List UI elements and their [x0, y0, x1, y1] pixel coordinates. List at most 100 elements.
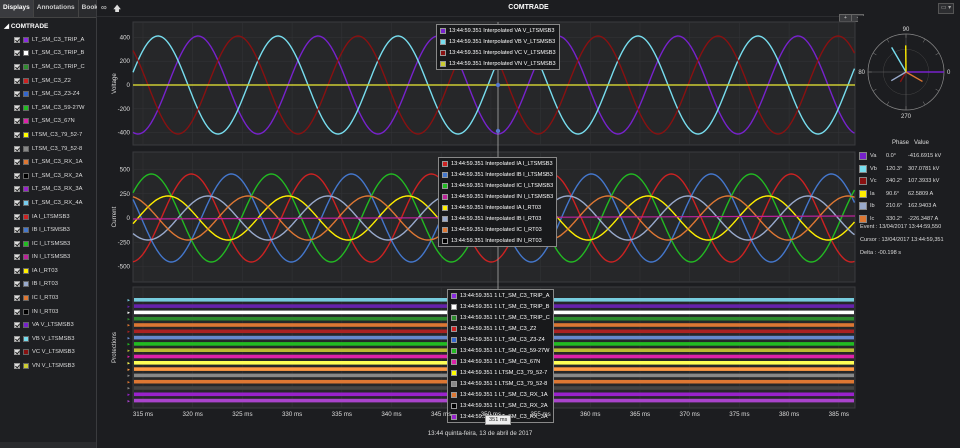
tooltip-text: 13:44:59.351 Interpolated IA I_LTSMSB3: [451, 160, 553, 167]
phasor-row: Va 0.0° -416.6915 kV: [858, 150, 941, 162]
phasor-phase: 240.2°: [886, 178, 903, 184]
tooltip-text: 13:44:59.351 1 LTSM_C3_79_52-8: [460, 380, 548, 387]
color-swatch: [440, 38, 446, 45]
y-tick-label: -200: [118, 106, 131, 113]
tooltip-text: 13:44:59.351 1 LT_SM_C3_RX_2A: [460, 402, 548, 409]
x-tick-label: 360 ms: [580, 411, 601, 418]
color-swatch: [440, 60, 446, 67]
tooltip-text: 13:44:59.351 1 LTSM_C3_79_52-7: [460, 369, 548, 376]
x-tick-label: 325 ms: [232, 411, 253, 418]
phasor-tick: [922, 38, 926, 43]
phasor-angle-label: 90: [903, 27, 910, 33]
phasor-name: Ia: [870, 190, 875, 197]
bar-marker: ▸: [127, 367, 130, 373]
phasor-phase: 120.3°: [886, 165, 903, 172]
phasor-tick: [886, 101, 890, 106]
app-window: Displays Annotations Bookma ◢ COMTRADE L…: [0, 0, 960, 448]
x-tick-label: 370 ms: [679, 411, 700, 418]
value-column-header: Value: [914, 140, 929, 146]
color-swatch: [859, 202, 867, 210]
phase-column-header: Phase: [892, 140, 910, 146]
tooltip-text: 13:44:59.351 1 LT_SM_C3_TRIP_C: [460, 314, 550, 321]
x-tick-label: 385 ms: [828, 411, 849, 418]
color-swatch: [451, 292, 457, 299]
color-swatch: [440, 27, 446, 34]
color-swatch: [859, 189, 867, 198]
y-tick-label: 200: [120, 58, 131, 65]
color-swatch: [451, 380, 457, 387]
bar-marker: ▸: [127, 398, 130, 404]
phasor-tick: [922, 101, 926, 106]
color-swatch: [859, 177, 867, 185]
tooltip-text: 13:44:59.351 1 LT_SM_C3_Z2: [460, 325, 537, 332]
tooltip-text: 13:44:59.351 Interpolated IC I_RT03: [451, 226, 542, 233]
y-axis-label: Voltage: [111, 73, 118, 94]
color-swatch: [451, 325, 457, 332]
color-swatch: [451, 391, 457, 398]
y-tick-label: -250: [118, 239, 131, 246]
phasor-phase: 210.6°: [886, 203, 903, 209]
color-swatch: [451, 303, 457, 310]
tooltip-row: 13:44:59.351 Interpolated IA I_RT03: [439, 202, 556, 213]
color-swatch: [442, 171, 448, 178]
x-tick-label: 340 ms: [381, 411, 402, 418]
tooltip-text: 13:44:59.351 1 LT_SM_C3_TRIP_B: [460, 303, 550, 310]
phasor-tick: [886, 38, 890, 43]
bar-marker: ▸: [127, 329, 130, 335]
phasor-angle-label: 180: [858, 70, 866, 76]
y-tick-label: 400: [120, 34, 131, 41]
tooltip-text: 13:44:59.351 Interpolated VA V_LTSMSB3: [449, 27, 555, 34]
tooltip-row: 13:44:59.351 1 LT_SM_C3_59-27W: [448, 345, 553, 356]
phasor-phase: 0.0°: [886, 153, 897, 159]
phasor-row: Ib 210.6° 162.9403 A: [858, 200, 936, 212]
phasor-name: Vb: [870, 165, 877, 172]
bar-marker: ▸: [127, 316, 130, 322]
color-swatch: [451, 336, 457, 343]
phasor-value: -416.6915 kV: [908, 153, 942, 159]
x-tick-label: 315 ms: [132, 411, 154, 418]
tooltip-text: 13:44:59.351 Interpolated IB I_LTSMSB3: [451, 171, 553, 178]
tooltip-row: 13:44:59.351 Interpolated VN V_LTSMSB3: [437, 58, 559, 69]
tooltip-row: 13:44:59.351 Interpolated IB I_RT03: [439, 213, 556, 224]
tooltip-row: 13:44:59.351 1 LT_SM_C3_TRIP_B: [448, 301, 553, 312]
phasor-value: 307.0781 kV: [908, 165, 940, 172]
tooltip-row: 13:44:59.351 Interpolated IC I_RT03: [439, 224, 556, 235]
x-tick-label: 365 ms: [629, 411, 651, 418]
bar-marker: ▸: [127, 335, 130, 341]
color-swatch: [442, 182, 448, 189]
phasor-vector: [905, 71, 923, 83]
color-swatch: [442, 193, 448, 200]
phasor-tick: [935, 88, 940, 92]
tooltip-text: 13:44:59.351 1 LT_SM_C3_RX_1A: [460, 391, 548, 398]
y-tick-label: 0: [127, 215, 131, 222]
color-swatch: [440, 49, 446, 56]
tooltip-row: 13:44:59.351 Interpolated IB I_LTSMSB3: [439, 169, 556, 180]
y-tick-label: 0: [127, 82, 131, 89]
x-tick-label: 330 ms: [281, 411, 303, 418]
tooltip-row: 13:44:59.351 1 LTSM_C3_79_52-7: [448, 367, 553, 378]
tooltip-text: 13:44:59.351 1 LT_SM_C3_TRIP_A: [460, 292, 550, 299]
cursor-time-label: 351 ms: [485, 415, 512, 425]
y-axis-label: Protections: [111, 332, 118, 363]
phasor-phase: 90.6°: [886, 190, 900, 197]
tooltip-text: 13:44:59.351 Interpolated VN V_LTSMSB3: [449, 60, 556, 67]
current-tooltip: 13:44:59.351 Interpolated IA I_LTSMSB3 13…: [438, 157, 558, 247]
phasor-row: Ia 90.6° 62.5809 A: [858, 188, 933, 200]
x-tick-label: 380 ms: [778, 411, 800, 418]
tooltip-row: 13:44:59.351 1 LT_SM_C3_TRIP_A: [448, 290, 553, 301]
phasor-value: 107.3933 kV: [908, 178, 940, 184]
event-time: Event : 13/04/2017 13:44:59,550: [860, 224, 942, 230]
bar-marker: ▸: [127, 304, 130, 310]
x-tick-label: 320 ms: [182, 411, 203, 418]
tooltip-text: 13:44:59.351 Interpolated IC I_LTSMSB3: [451, 182, 554, 189]
tooltip-row: 13:44:59.351 1 LT_SM_C3_67N: [448, 356, 553, 367]
phasor-name: Ib: [870, 203, 875, 209]
tooltip-row: 13:44:59.351 Interpolated IN I_LTSMSB3: [439, 191, 556, 202]
phasor-value: 62.5809 A: [908, 190, 934, 197]
color-swatch: [451, 358, 457, 365]
color-swatch: [442, 204, 448, 211]
tooltip-text: 13:44:59.351 Interpolated IB I_RT03: [451, 215, 542, 222]
cursor-time: Cursor : 13/04/2017 13:44:59,351: [860, 237, 944, 243]
phasor-row: Ic 330.2° -226.3487 A: [858, 213, 938, 225]
phasor-name: Vc: [870, 178, 877, 184]
